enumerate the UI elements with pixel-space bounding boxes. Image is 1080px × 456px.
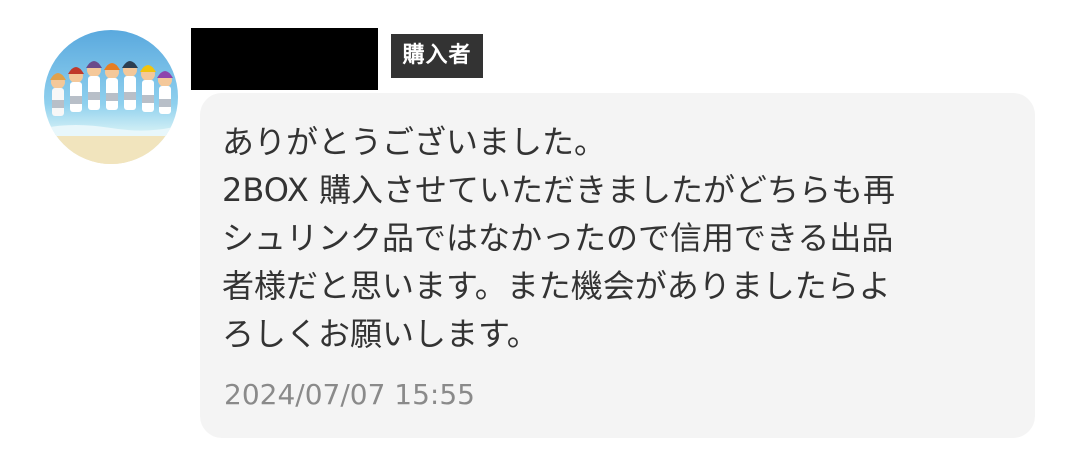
- message-text: ありがとうございました。 2BOX 購入させていただきましたがどちらも再 シュリ…: [222, 123, 895, 353]
- message-bubble: ありがとうございました。 2BOX 購入させていただきましたがどちらも再 シュリ…: [200, 93, 1035, 438]
- anime-group-beach-avatar-icon: [44, 30, 178, 164]
- buyer-badge: 購入者: [391, 34, 483, 78]
- message-timestamp: 2024/07/07 15:55: [224, 378, 475, 411]
- user-avatar[interactable]: [44, 30, 178, 164]
- redacted-username: [191, 28, 378, 90]
